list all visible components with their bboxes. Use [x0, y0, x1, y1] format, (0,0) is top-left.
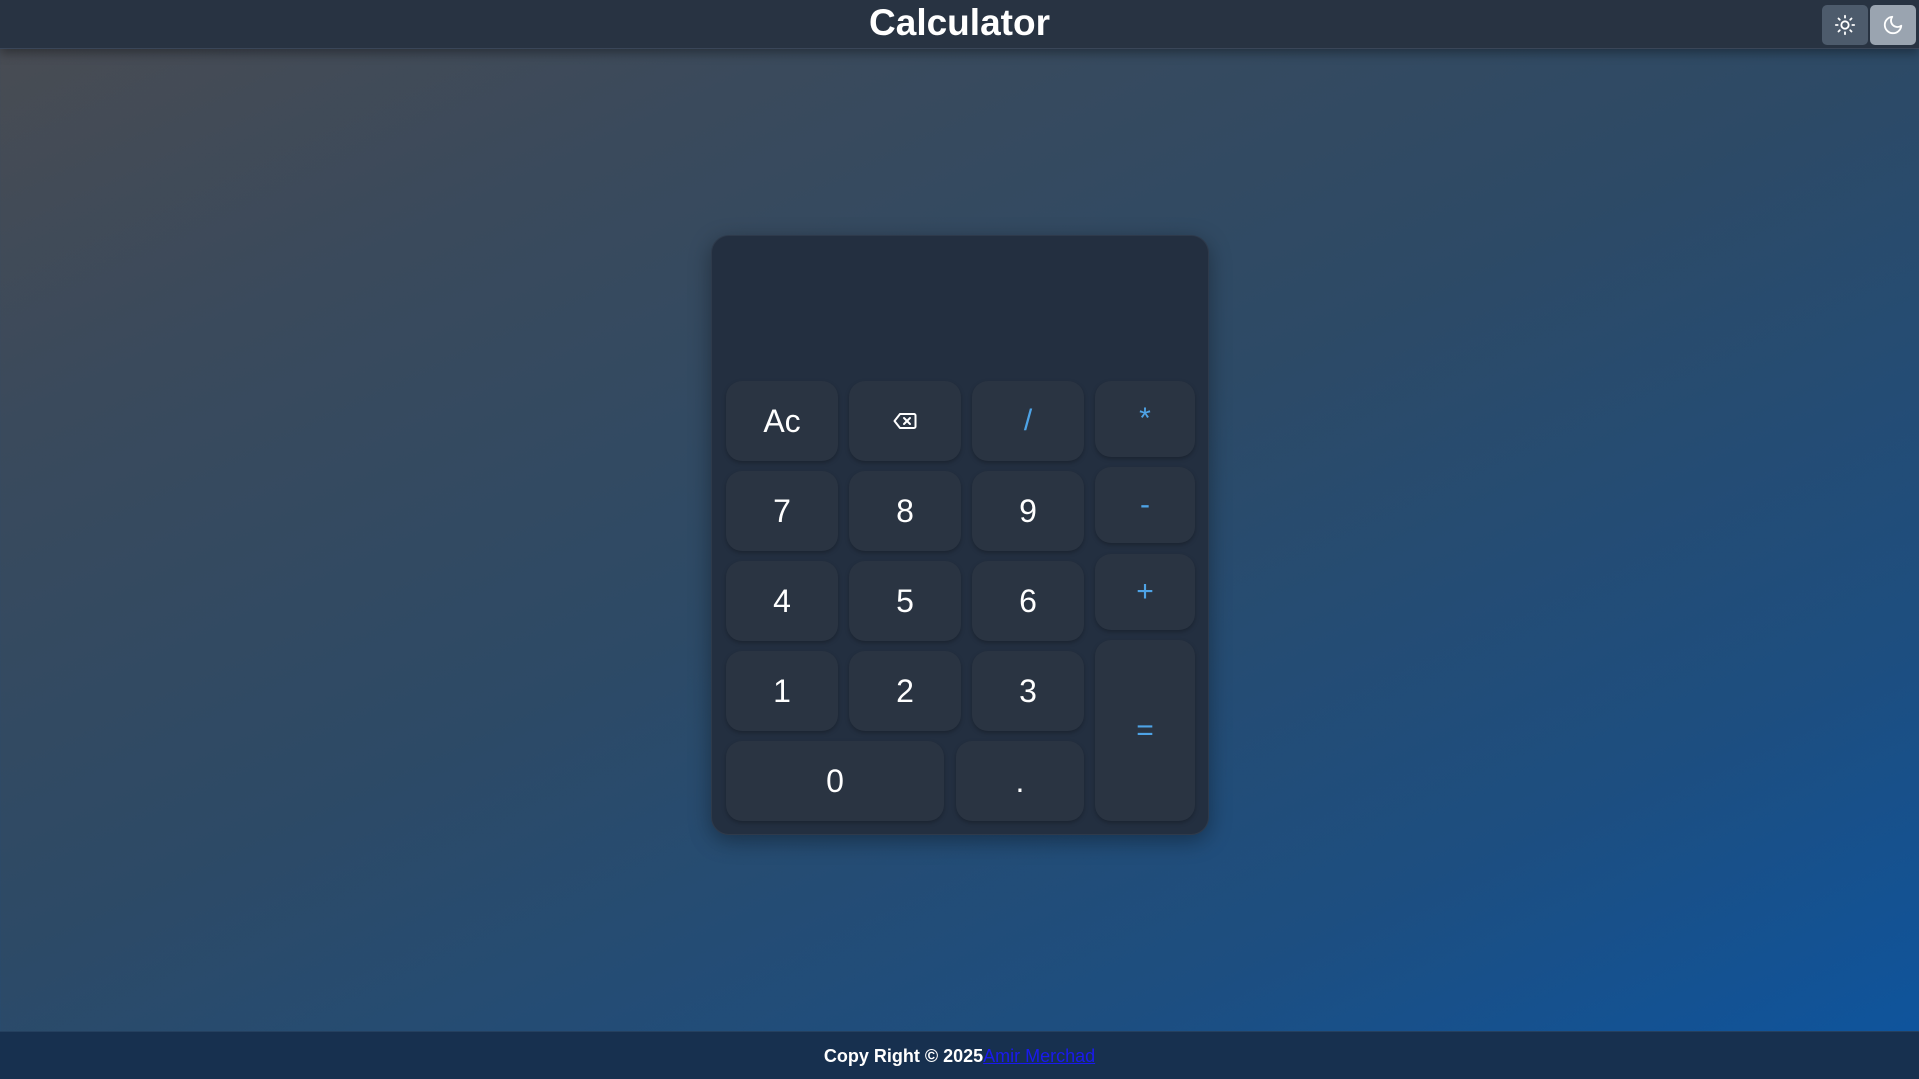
- decimal-button[interactable]: .: [956, 741, 1084, 821]
- key-5[interactable]: 5: [849, 561, 961, 641]
- light-theme-button[interactable]: [1822, 5, 1868, 45]
- multiply-button[interactable]: *: [1095, 381, 1195, 457]
- key-8[interactable]: 8: [849, 471, 961, 551]
- calculator-display: [726, 250, 1194, 380]
- page-footer: Copy Right © 2025 Amir Merchad: [0, 1031, 1919, 1079]
- key-9[interactable]: 9: [972, 471, 1084, 551]
- equals-button[interactable]: =: [1095, 640, 1195, 821]
- minus-button[interactable]: -: [1095, 467, 1195, 543]
- sun-icon: [1834, 14, 1856, 36]
- key-3[interactable]: 3: [972, 651, 1084, 731]
- divide-button[interactable]: /: [972, 381, 1084, 461]
- calculator-panel: Ac / * 7 8 9 - 4 5 6 + 1 2 3 = 0 .: [711, 235, 1209, 835]
- backspace-button[interactable]: [849, 381, 961, 461]
- key-7[interactable]: 7: [726, 471, 838, 551]
- key-2[interactable]: 2: [849, 651, 961, 731]
- clear-button[interactable]: Ac: [726, 381, 838, 461]
- plus-button[interactable]: +: [1095, 554, 1195, 630]
- page-title: Calculator: [869, 2, 1050, 43]
- key-0[interactable]: 0: [726, 741, 944, 821]
- key-1[interactable]: 1: [726, 651, 838, 731]
- author-link[interactable]: Amir Merchad: [983, 1046, 1095, 1067]
- moon-icon: [1883, 15, 1903, 35]
- copyright-text: Copy Right © 2025: [823, 1045, 984, 1066]
- key-4[interactable]: 4: [726, 561, 838, 641]
- backspace-icon: [893, 413, 917, 429]
- key-6[interactable]: 6: [972, 561, 1084, 641]
- dark-theme-button[interactable]: [1870, 5, 1916, 45]
